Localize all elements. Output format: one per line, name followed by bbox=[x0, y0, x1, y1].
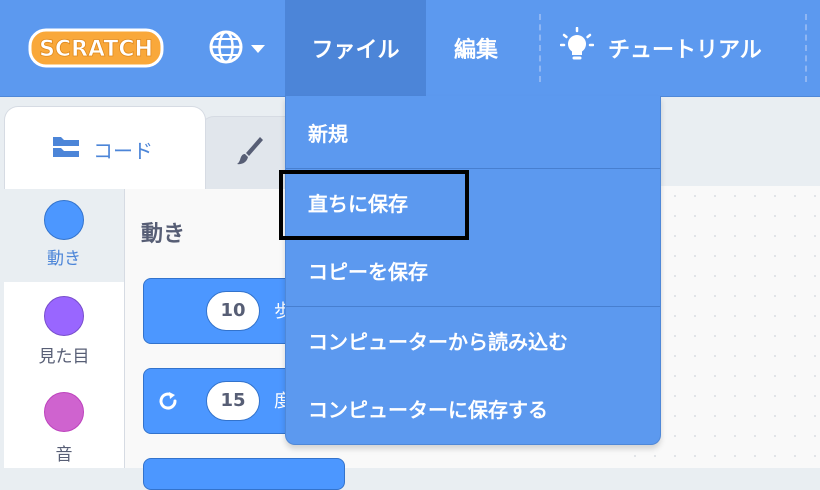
menu-item-new[interactable]: 新規 bbox=[286, 100, 660, 164]
tutorial-menu[interactable]: チュートリアル bbox=[559, 0, 762, 96]
caret-down-icon bbox=[250, 40, 266, 59]
menu-item-label: 直ちに保存 bbox=[308, 191, 408, 216]
menu-item-label: コンピューターから読み込む bbox=[308, 329, 568, 354]
svg-text:SCRATCH: SCRATCH bbox=[39, 37, 153, 62]
menu-item-save-now[interactable]: 直ちに保存 bbox=[286, 170, 660, 234]
menu-item-label: コンピューターに保存する bbox=[308, 397, 548, 422]
category-label: 音 bbox=[55, 445, 73, 465]
edit-menu-label: 編集 bbox=[453, 38, 498, 63]
category-sound[interactable]: 音 bbox=[4, 378, 124, 474]
motion-dot-icon bbox=[44, 200, 84, 240]
tab-code-label: コード bbox=[93, 139, 153, 163]
category-label: 動き bbox=[47, 249, 81, 269]
lightbulb-icon bbox=[559, 26, 595, 69]
menu-divider bbox=[286, 306, 660, 307]
category-label: 見た目 bbox=[38, 347, 90, 367]
turn-left-block[interactable] bbox=[143, 458, 345, 490]
brush-icon bbox=[235, 135, 265, 171]
code-blocks-icon bbox=[51, 135, 81, 164]
scratch-logo[interactable]: SCRATCH bbox=[28, 28, 164, 68]
palette-heading: 動き bbox=[141, 222, 186, 247]
category-motion[interactable]: 動き bbox=[4, 186, 124, 282]
menu-divider bbox=[539, 14, 541, 82]
file-dropdown-menu: 新規 直ちに保存 コピーを保存 コンピューターから読み込む コンピューターに保存… bbox=[285, 96, 661, 445]
tab-code[interactable]: コード bbox=[4, 106, 206, 189]
category-looks[interactable]: 見た目 bbox=[4, 282, 124, 378]
block-categories: 動き 見た目 音 bbox=[4, 186, 125, 468]
menu-item-load-from-computer[interactable]: コンピューターから読み込む bbox=[286, 308, 660, 372]
menu-divider bbox=[286, 168, 660, 169]
sound-dot-icon bbox=[44, 392, 84, 432]
menu-item-label: コピーを保存 bbox=[308, 259, 428, 284]
file-menu[interactable]: ファイル bbox=[285, 0, 426, 96]
menu-item-save-to-computer[interactable]: コンピューターに保存する bbox=[286, 376, 660, 440]
degrees-input[interactable]: 15 bbox=[206, 381, 260, 421]
menu-divider bbox=[805, 14, 807, 82]
edit-menu[interactable]: 編集 bbox=[426, 0, 526, 96]
language-menu[interactable] bbox=[208, 30, 278, 68]
menu-item-save-copy[interactable]: コピーを保存 bbox=[286, 238, 660, 302]
globe-icon bbox=[208, 29, 244, 69]
file-menu-label: ファイル bbox=[311, 38, 400, 63]
rotate-right-icon bbox=[156, 389, 180, 417]
steps-input[interactable]: 10 bbox=[206, 291, 260, 331]
looks-dot-icon bbox=[44, 296, 84, 336]
menu-bar: SCRATCH ファイル 編集 チュートリアル bbox=[0, 0, 820, 97]
tutorial-label: チュートリアル bbox=[608, 38, 762, 63]
menu-item-label: 新規 bbox=[308, 121, 348, 146]
